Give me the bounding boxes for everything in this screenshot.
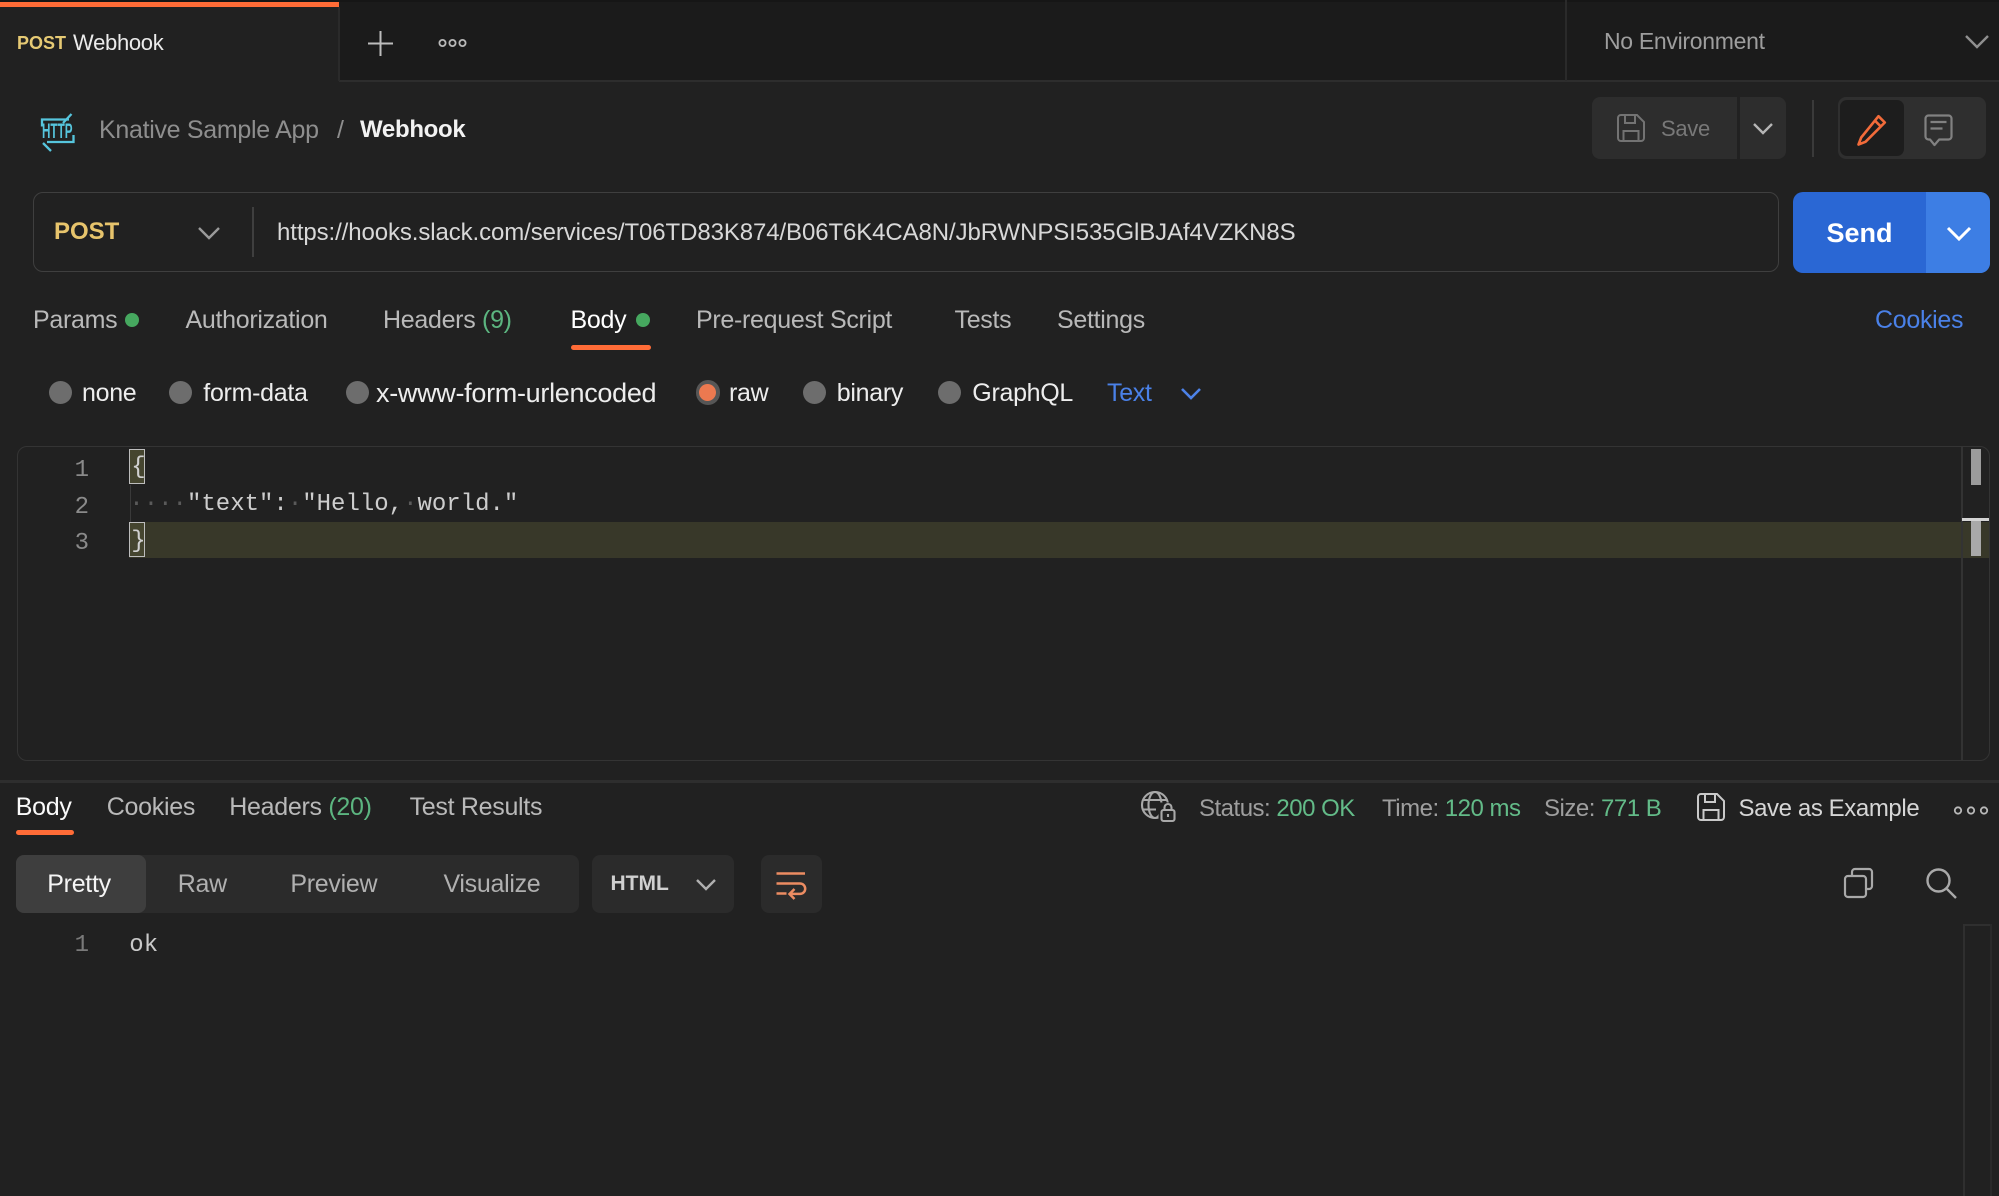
svg-text:HTTP: HTTP	[42, 120, 73, 143]
